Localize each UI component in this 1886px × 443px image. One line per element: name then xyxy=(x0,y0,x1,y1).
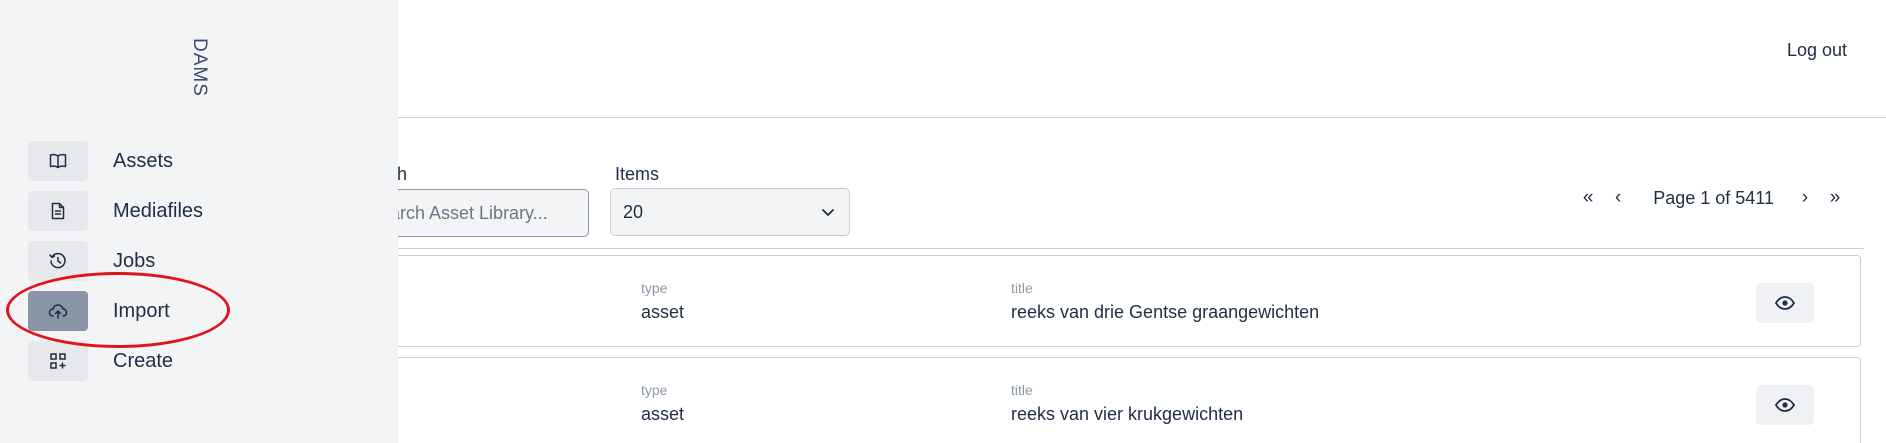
title-label: title xyxy=(1011,382,1033,398)
history-icon xyxy=(49,252,66,269)
title-label: title xyxy=(1011,280,1033,296)
sidebar-item-assets[interactable]: Assets xyxy=(28,141,358,181)
first-page-button[interactable]: « xyxy=(1573,187,1603,209)
last-page-button[interactable]: » xyxy=(1820,187,1850,209)
items-label: Items xyxy=(615,164,660,184)
title-value: reeks van drie Gentse graangewichten xyxy=(1011,302,1320,322)
search-input[interactable] xyxy=(375,189,589,237)
type-label: type xyxy=(641,280,668,296)
items-per-page-value: 20 xyxy=(623,202,644,222)
document-icon xyxy=(51,202,65,220)
sidebar: DAMS Assets Mediafiles Jobs Import Creat… xyxy=(0,0,398,443)
brand-name: DAMS xyxy=(189,38,210,97)
sidebar-item-label: Jobs xyxy=(113,250,156,272)
sidebar-item-jobs[interactable]: Jobs xyxy=(28,241,358,281)
type-value: asset xyxy=(641,404,685,424)
sidebar-item-label: Create xyxy=(113,350,174,372)
page-indicator: Page 1 of 5411 xyxy=(1653,187,1774,208)
type-value: asset xyxy=(641,302,685,322)
sidebar-item-label: Import xyxy=(113,300,170,322)
previous-page-button[interactable]: ‹ xyxy=(1603,187,1633,209)
list-item[interactable]: type asset title reeks van drie Gentse g… xyxy=(380,255,1861,347)
eye-icon xyxy=(1775,398,1795,412)
type-label: type xyxy=(641,382,668,398)
pagination: « ‹ Page 1 of 5411 › » xyxy=(1573,186,1850,210)
cloud-upload-icon xyxy=(48,304,68,319)
grid-plus-icon xyxy=(50,353,66,369)
chevron-down-icon xyxy=(822,209,834,216)
next-page-button[interactable]: › xyxy=(1790,187,1820,209)
logout-button[interactable]: Log out xyxy=(1787,40,1847,61)
view-button[interactable] xyxy=(1756,385,1814,425)
sidebar-item-label: Assets xyxy=(113,150,174,172)
sidebar-item-label: Mediafiles xyxy=(113,200,204,222)
book-icon xyxy=(49,153,67,169)
brand-logo[interactable]: DAMS xyxy=(182,38,222,98)
eye-icon xyxy=(1775,296,1795,310)
list-item[interactable]: type asset title reeks van vier krukgewi… xyxy=(380,357,1861,443)
sidebar-item-import[interactable]: Import xyxy=(28,291,358,331)
sidebar-item-create[interactable]: Create xyxy=(28,341,358,381)
sidebar-item-mediafiles[interactable]: Mediafiles xyxy=(28,191,358,231)
title-value: reeks van vier krukgewichten xyxy=(1011,404,1244,424)
items-per-page-select[interactable]: 20 xyxy=(610,188,850,236)
view-button[interactable] xyxy=(1756,283,1814,323)
